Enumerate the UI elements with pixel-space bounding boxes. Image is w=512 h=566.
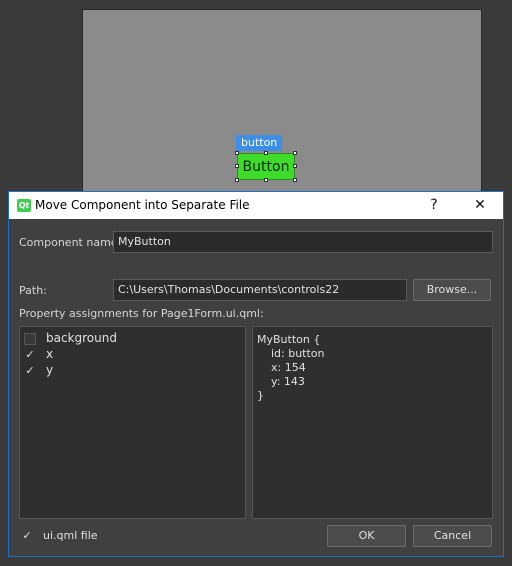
close-button[interactable]: ✕ [457,192,503,219]
help-button[interactable]: ? [411,192,457,219]
move-component-dialog: Qt Move Component into Separate File ? ✕… [8,191,504,557]
checkbox-y[interactable]: ✓ [24,364,36,377]
property-item-background[interactable]: background [24,330,117,346]
property-label: background [46,331,117,345]
component-name-input[interactable]: MyButton [113,231,493,253]
component-name-label: Component name: [19,236,122,249]
resize-handle-mr[interactable] [293,164,297,168]
browse-button[interactable]: Browse... [413,279,491,301]
selection-tag: button [236,135,283,151]
property-label: y [46,363,54,377]
path-label: Path: [19,284,47,297]
ok-button[interactable]: OK [327,525,406,547]
qt-app-icon: Qt [17,199,31,212]
checkbox-background[interactable] [24,332,36,345]
dialog-titlebar[interactable]: Qt Move Component into Separate File ? ✕ [9,192,503,219]
property-label: x [46,347,54,361]
property-list[interactable]: background ✓ x ✓ y [19,326,246,519]
resize-handle-tm[interactable] [264,151,268,155]
code-preview-panel: MyButton { id: button x: 154 y: 143 } [252,326,493,519]
property-item-x[interactable]: ✓ x [24,346,53,362]
code-preview: MyButton { id: button x: 154 y: 143 } [257,333,325,402]
assignments-label: Property assignments for Page1Form.ui.qm… [19,307,264,320]
path-input[interactable]: C:\Users\Thomas\Documents\controls22 [113,279,407,301]
checkbox-x[interactable]: ✓ [24,348,36,361]
dialog-title: Move Component into Separate File [35,198,250,212]
resize-handle-bl[interactable] [235,178,239,182]
resize-handle-tr[interactable] [293,151,297,155]
uiqml-checkbox-row[interactable]: ✓ ui.qml file [21,528,98,544]
resize-handle-ml[interactable] [235,164,239,168]
resize-handle-tl[interactable] [235,151,239,155]
uiqml-checkbox[interactable]: ✓ [21,530,33,542]
cancel-button[interactable]: Cancel [413,525,492,547]
resize-handle-bm[interactable] [264,178,268,182]
canvas-button[interactable]: Button [237,153,295,180]
property-item-y[interactable]: ✓ y [24,362,53,378]
uiqml-checkbox-label: ui.qml file [43,529,98,542]
resize-handle-br[interactable] [293,178,297,182]
